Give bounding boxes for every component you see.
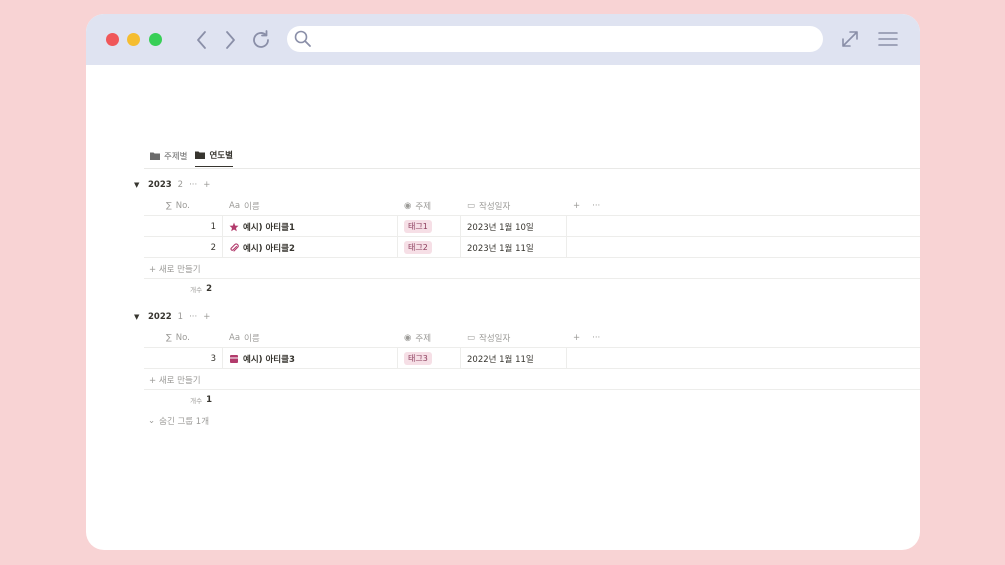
tabs-divider <box>144 168 920 169</box>
table-row[interactable]: 1 예시) 아티클1 태그1 2023년 1월 10일 <box>144 216 920 237</box>
collapse-triangle-icon[interactable]: ▼ <box>134 181 142 189</box>
group-header[interactable]: ▼ 2023 2 ··· + <box>134 178 920 192</box>
group-more-button[interactable]: ··· <box>189 312 197 322</box>
row-date: 2022년 1월 11일 <box>461 348 567 369</box>
row-date: 2023년 1월 10일 <box>461 216 567 237</box>
column-header-name[interactable]: Aa 이름 <box>223 195 398 216</box>
tab-by-year[interactable]: 연도별 <box>195 149 233 167</box>
browser-window: 주제별 연도별 ▼ 2023 2 ··· + ∑ No. Aa 이름 ◉ 주제 ▭ 작성… <box>86 14 920 550</box>
database-view: 주제별 연도별 ▼ 2023 2 ··· + ∑ No. Aa 이름 ◉ 주제 ▭ 작성… <box>86 65 920 550</box>
topic-tag: 태그3 <box>404 352 432 365</box>
tab-label: 연도별 <box>209 151 233 161</box>
tab-by-topic[interactable]: 주제별 <box>150 149 187 167</box>
view-tabs: 주제별 연도별 <box>150 149 233 167</box>
group-count: 1 <box>177 312 184 322</box>
group-header[interactable]: ▼ 2022 1 ··· + <box>134 310 920 324</box>
sigma-icon: ∑ <box>166 332 172 343</box>
column-header-no[interactable]: ∑ No. <box>144 195 223 216</box>
column-header-name[interactable]: Aa 이름 <box>223 327 398 348</box>
row-name: 예시) 아티클1 <box>243 222 295 233</box>
row-name: 예시) 아티클3 <box>243 354 295 365</box>
row-date: 2023년 1월 11일 <box>461 237 567 258</box>
row-topic-cell[interactable]: 태그3 <box>398 348 461 369</box>
column-header-date[interactable]: ▭ 작성일자 <box>461 327 567 348</box>
calendar-icon: ▭ <box>467 332 476 343</box>
row-name-cell[interactable]: 예시) 아티클3 <box>223 348 398 369</box>
more-options-button[interactable]: ··· <box>592 333 600 343</box>
calendar-icon: ▭ <box>467 200 476 211</box>
column-header-actions: + ··· <box>567 327 627 348</box>
maximize-window-button[interactable] <box>149 33 162 46</box>
hidden-groups-toggle[interactable]: ⌄ 숨긴 그룹 1개 <box>148 415 209 427</box>
text-type-icon: Aa <box>229 200 241 211</box>
table-row[interactable]: 2 예시) 아티클2 태그2 2023년 1월 11일 <box>144 237 920 258</box>
text-type-icon: Aa <box>229 332 241 343</box>
row-name: 예시) 아티클2 <box>243 243 295 254</box>
column-header-topic[interactable]: ◉ 주제 <box>398 195 461 216</box>
expand-icon[interactable] <box>838 27 862 51</box>
column-header-no[interactable]: ∑ No. <box>144 327 223 348</box>
group-2023: ▼ 2023 2 ··· + ∑ No. Aa 이름 ◉ 주제 ▭ 작성일자 + ··· … <box>134 178 920 294</box>
folder-icon <box>195 151 206 159</box>
new-item-button[interactable]: + 새로 만들기 <box>144 259 920 279</box>
row-topic-cell[interactable]: 태그2 <box>398 237 461 258</box>
chevron-right-icon[interactable] <box>218 28 242 52</box>
tab-label: 주제별 <box>164 151 188 162</box>
address-bar[interactable] <box>287 26 823 52</box>
row-number: 1 <box>144 216 223 237</box>
group-title: 2023 <box>148 180 172 190</box>
row-name-cell[interactable]: 예시) 아티클2 <box>223 237 398 258</box>
reload-icon[interactable] <box>249 28 273 52</box>
group-add-button[interactable]: + <box>203 312 210 322</box>
count-summary[interactable]: 개수 1 <box>144 392 224 408</box>
column-header-actions: + ··· <box>567 195 627 216</box>
select-type-icon: ◉ <box>404 332 412 343</box>
table-header: ∑ No. Aa 이름 ◉ 주제 ▭ 작성일자 + ··· <box>144 327 920 348</box>
row-name-cell[interactable]: 예시) 아티클1 <box>223 216 398 237</box>
group-more-button[interactable]: ··· <box>189 180 197 190</box>
column-header-topic[interactable]: ◉ 주제 <box>398 327 461 348</box>
count-label: 개수 <box>190 286 203 294</box>
count-summary[interactable]: 개수 2 <box>144 281 224 297</box>
group-add-button[interactable]: + <box>203 180 210 190</box>
table-header: ∑ No. Aa 이름 ◉ 주제 ▭ 작성일자 + ··· <box>144 195 920 216</box>
browser-titlebar <box>86 14 920 65</box>
folder-icon <box>150 152 160 160</box>
group-count: 2 <box>177 180 184 190</box>
count-label: 개수 <box>190 397 203 405</box>
search-icon <box>294 30 311 47</box>
more-options-button[interactable]: ··· <box>592 201 600 211</box>
table-row[interactable]: 3 예시) 아티클3 태그3 2022년 1월 11일 <box>144 348 920 369</box>
box-icon <box>230 354 238 363</box>
count-value: 2 <box>206 284 212 294</box>
new-item-button[interactable]: + 새로 만들기 <box>144 370 920 390</box>
count-value: 1 <box>206 395 212 405</box>
row-topic-cell[interactable]: 태그1 <box>398 216 461 237</box>
column-header-date[interactable]: ▭ 작성일자 <box>461 195 567 216</box>
topic-tag: 태그1 <box>404 220 432 233</box>
hidden-groups-label: 숨긴 그룹 1개 <box>159 417 210 427</box>
row-number: 3 <box>144 348 223 369</box>
star-icon <box>229 222 239 231</box>
paperclip-icon <box>230 242 239 252</box>
chevron-left-icon[interactable] <box>190 28 214 52</box>
chevron-down-icon: ⌄ <box>148 416 156 426</box>
collapse-triangle-icon[interactable]: ▼ <box>134 313 142 321</box>
group-title: 2022 <box>148 312 172 322</box>
sigma-icon: ∑ <box>166 200 172 211</box>
minimize-window-button[interactable] <box>127 33 140 46</box>
row-number: 2 <box>144 237 223 258</box>
select-type-icon: ◉ <box>404 200 412 211</box>
topic-tag: 태그2 <box>404 241 432 254</box>
add-column-button[interactable]: + <box>573 201 580 211</box>
menu-icon[interactable] <box>876 27 900 51</box>
group-2022: ▼ 2022 1 ··· + ∑ No. Aa 이름 ◉ 주제 ▭ 작성일자 + ··· … <box>134 310 920 405</box>
close-window-button[interactable] <box>106 33 119 46</box>
add-column-button[interactable]: + <box>573 333 580 343</box>
